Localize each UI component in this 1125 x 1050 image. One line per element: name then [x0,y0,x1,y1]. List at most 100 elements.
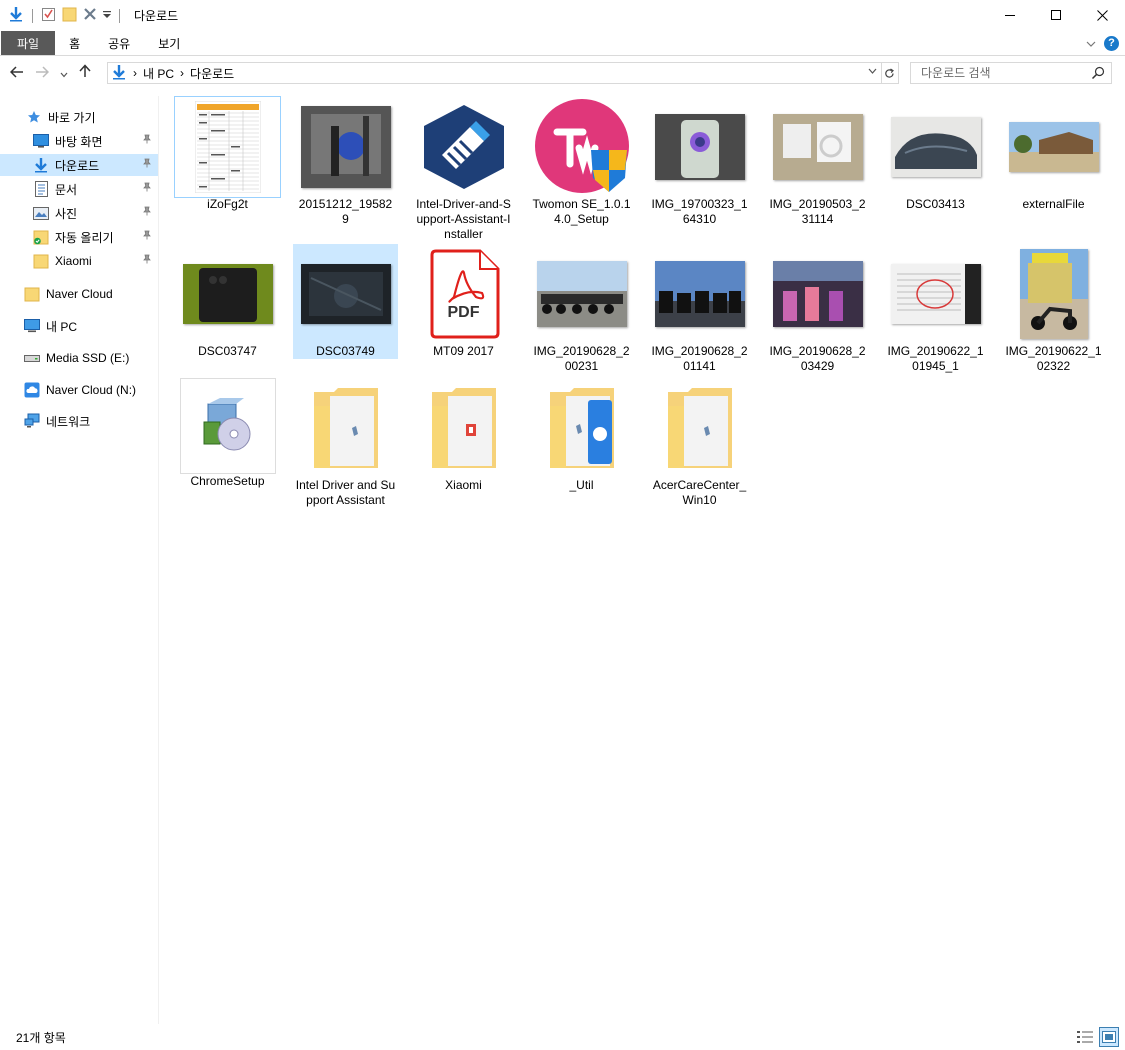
file-item[interactable]: IMG_20190622_101945_1 [883,244,988,374]
search-box[interactable] [910,62,1112,84]
file-item[interactable]: externalFile [1001,97,1106,212]
file-item[interactable]: Twomon SE_1.0.14.0_Setup [529,97,634,227]
sidebar-label: 바탕 화면 [55,134,103,149]
navigation-row: › 내 PC › 다운로드 [0,58,1125,88]
sidebar-label: Xiaomi [55,254,92,268]
sidebar-item-naver-cloud-drive[interactable]: Naver Cloud (N:) [0,379,158,401]
file-item[interactable]: IMG_20190622_102322 [1001,244,1106,374]
tab-home[interactable]: 홈 [55,31,94,55]
large-icons-view-button[interactable] [1099,1027,1119,1047]
maximize-button[interactable] [1033,0,1079,31]
sidebar-item-desktop[interactable]: 바탕 화면 [0,130,158,152]
new-folder-icon[interactable] [62,6,77,25]
file-item[interactable]: Intel-Driver-and-Support-Assistant-Insta… [411,97,516,242]
recent-locations-chevron-icon[interactable] [60,65,68,82]
file-name: IMG_19700323_164310 [651,197,748,226]
search-input[interactable] [921,66,1081,80]
file-item[interactable]: IMG_20190628_201141 [647,244,752,374]
folder-item[interactable]: Intel Driver and Support Assistant [293,378,398,508]
sidebar-item-downloads[interactable]: 다운로드 [0,154,158,176]
sidebar-item-naver-cloud[interactable]: Naver Cloud [0,283,158,305]
file-item[interactable]: IMG_20190628_203429 [765,244,870,374]
file-name: IMG_20190628_203429 [769,344,866,373]
pin-icon[interactable] [142,230,152,243]
properties-icon[interactable] [41,6,56,25]
sidebar-item-this-pc[interactable]: 내 PC [0,315,158,337]
naver-cloud-folder-icon [24,286,40,302]
breadcrumb-separator[interactable]: › [133,66,137,80]
file-name: Twomon SE_1.0.14.0_Setup [532,197,631,226]
pin-icon[interactable] [142,254,152,267]
file-item[interactable]: IMG_20190628_200231 [529,244,634,374]
close-button[interactable] [1079,0,1125,31]
folder-name: _Util [569,478,594,492]
pin-icon[interactable] [142,158,152,171]
window-title: 다운로드 [134,9,179,23]
ribbon-collapse-icon[interactable] [1086,35,1096,51]
pdf-badge: PDF [447,304,480,321]
folder-item[interactable]: _Util [529,378,634,493]
sidebar-label: 사진 [55,206,78,221]
file-name: Intel-Driver-and-Support-Assistant-Insta… [416,197,511,241]
details-view-button[interactable] [1075,1027,1095,1047]
photo-thumbnail [293,97,398,197]
folder-item[interactable]: AcerCareCenter_Win10 [647,378,752,508]
forward-arrow-icon[interactable] [35,65,50,82]
refresh-icon [885,67,894,78]
sidebar-item-network[interactable]: 네트워크 [0,410,158,432]
file-item[interactable]: DSC03749 [293,244,398,359]
pin-icon[interactable] [142,182,152,195]
file-item[interactable]: PDF MT09 2017 [411,244,516,359]
refresh-button[interactable] [881,62,899,84]
desktop-icon [33,133,49,149]
folder-item[interactable]: Xiaomi [411,378,516,493]
sidebar-label: 내 PC [46,319,78,334]
file-name: IMG_20190622_101945_1 [887,344,984,373]
file-name: IMG_20190622_102322 [1005,344,1102,373]
sidebar-item-auto-upload[interactable]: 자동 올리기 [0,226,158,248]
pc-icon [24,318,40,334]
file-item[interactable]: DSC03747 [175,244,280,359]
sidebar-label: Naver Cloud [46,287,113,301]
breadcrumb-this-pc[interactable]: 내 PC [143,65,174,82]
sidebar-item-media-ssd[interactable]: Media SSD (E:) [0,347,158,369]
file-item[interactable]: ChromeSetup [175,378,280,489]
breadcrumb-separator[interactable]: › [180,66,184,80]
tab-file[interactable]: 파일 [1,31,56,55]
photo-thumbnail [883,97,988,197]
address-dropdown-icon[interactable] [868,66,877,77]
up-arrow-icon[interactable] [79,64,91,82]
file-item[interactable]: DSC03413 [883,97,988,212]
file-item[interactable]: 20151212_195829 [293,97,398,227]
help-icon[interactable]: ? [1104,35,1119,51]
delete-icon[interactable] [83,7,97,24]
file-name: IMG_20190628_200231 [533,344,630,373]
minimize-button[interactable] [987,0,1033,31]
sidebar-label: 네트워크 [46,414,91,429]
pin-icon[interactable] [142,206,152,219]
pin-icon[interactable] [142,134,152,147]
tab-share[interactable]: 공유 [94,31,144,55]
customize-toolbar-icon[interactable] [103,9,111,23]
quick-access-toolbar: 다운로드 [0,0,178,31]
file-name: iZoFg2t [207,197,248,211]
tab-view[interactable]: 보기 [144,31,194,55]
sidebar-item-xiaomi[interactable]: Xiaomi [0,250,158,272]
search-icon[interactable] [1091,66,1105,83]
title-bar: 다운로드 [0,0,1125,31]
file-name: IMG_20190503_231114 [769,197,866,226]
sidebar-item-pictures[interactable]: 사진 [0,202,158,224]
photo-thumbnail [883,244,988,344]
documents-icon [33,181,49,197]
sidebar-item-quick-access[interactable]: 바로 가기 [0,106,158,128]
toolbar-separator [32,8,33,23]
breadcrumb-downloads[interactable]: 다운로드 [190,65,234,82]
file-item[interactable]: iZoFg2t [174,96,281,212]
back-arrow-icon[interactable] [9,65,24,82]
file-name: DSC03413 [906,197,965,211]
address-bar[interactable]: › 내 PC › 다운로드 [107,62,882,84]
file-item[interactable]: IMG_19700323_164310 [647,97,752,227]
sidebar-item-documents[interactable]: 문서 [0,178,158,200]
file-item[interactable]: IMG_20190503_231114 [765,97,870,227]
folder-name: Intel Driver and Support Assistant [295,478,396,507]
